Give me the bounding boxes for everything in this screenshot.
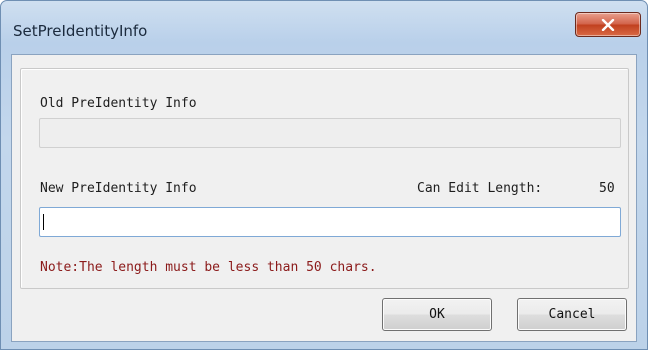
edit-length-label: Can Edit Length: (417, 181, 543, 196)
new-preidentity-label: New PreIdentity Info (40, 181, 197, 196)
old-preidentity-field (39, 118, 621, 148)
edit-length-value: 50 (599, 181, 615, 196)
title-bar[interactable]: SetPreIdentityInfo (1, 1, 647, 53)
length-note: Note:The length must be less than 50 cha… (40, 260, 377, 275)
dialog-window: SetPreIdentityInfo Old PreIdentity Info … (0, 0, 648, 350)
text-caret (43, 214, 44, 230)
new-preidentity-input[interactable] (39, 207, 621, 237)
close-icon (601, 18, 615, 31)
ok-button[interactable]: OK (382, 298, 492, 331)
old-preidentity-label: Old PreIdentity Info (40, 96, 197, 111)
close-button[interactable] (575, 12, 641, 37)
window-title: SetPreIdentityInfo (13, 22, 148, 40)
dialog-body: Old PreIdentity Info New PreIdentity Inf… (11, 54, 637, 342)
cancel-button[interactable]: Cancel (517, 298, 627, 331)
